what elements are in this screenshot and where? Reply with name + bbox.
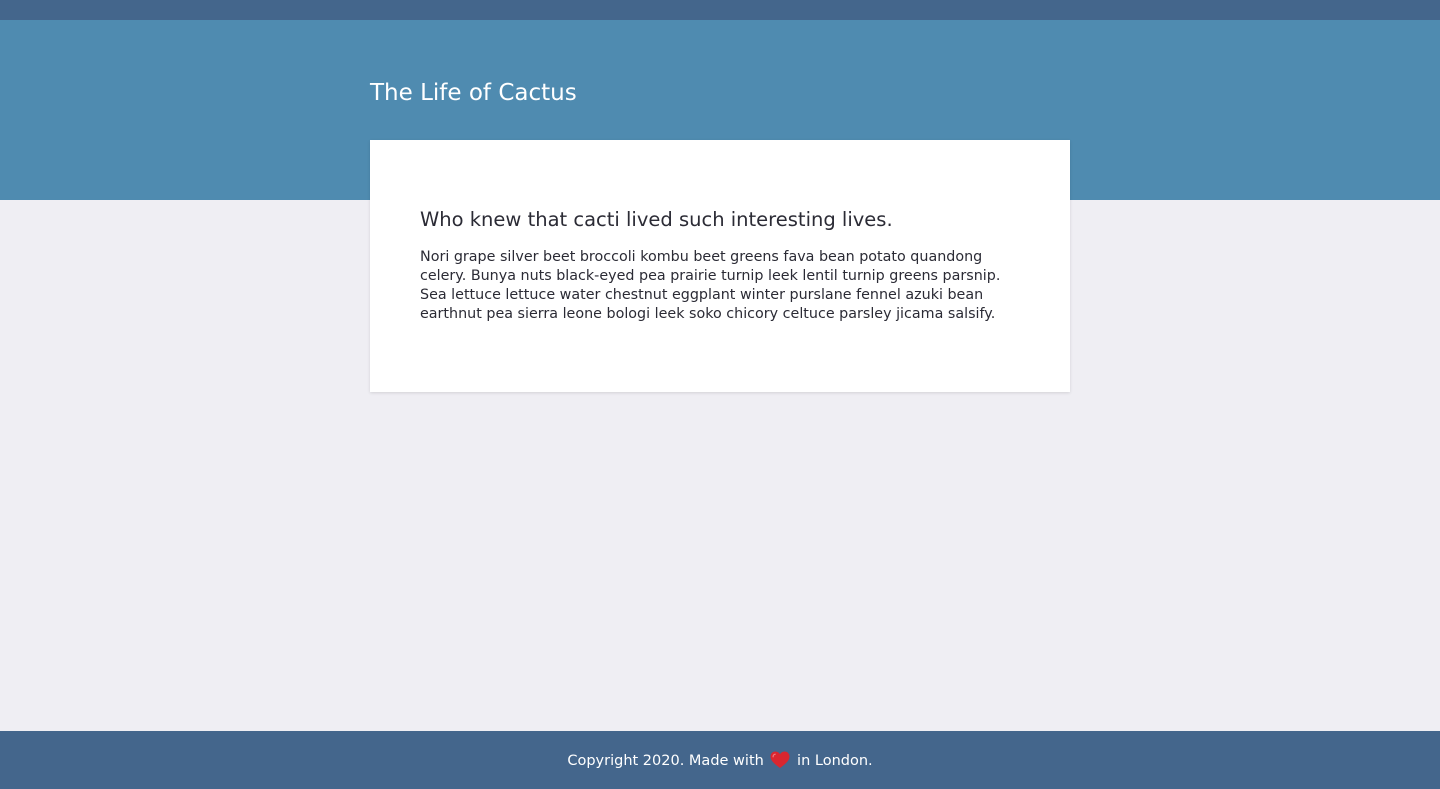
footer-text: Copyright 2020. Made with in London. xyxy=(567,750,873,776)
article-body: Nori grape silver beet broccoli kombu be… xyxy=(420,248,1020,324)
article-card: Who knew that cacti lived such interesti… xyxy=(370,140,1070,392)
top-bar xyxy=(0,0,1440,20)
article-body-line: Sea lettuce lettuce water chestnut eggpl… xyxy=(420,287,984,303)
heart-icon xyxy=(770,751,790,776)
footer-copyright: Copyright 2020. Made with xyxy=(567,753,764,769)
footer-location: in London. xyxy=(797,753,873,769)
article-body-line: earthnut pea sierra leone bologi leek so… xyxy=(420,306,996,322)
article-heading: Who knew that cacti lived such interesti… xyxy=(420,208,893,231)
site-footer: Copyright 2020. Made with in London. xyxy=(0,731,1440,789)
article-body-line: celery. Bunya nuts black-eyed pea prairi… xyxy=(420,268,1001,284)
article-body-line: Nori grape silver beet broccoli kombu be… xyxy=(420,249,983,265)
site-title: The Life of Cactus xyxy=(370,80,577,106)
